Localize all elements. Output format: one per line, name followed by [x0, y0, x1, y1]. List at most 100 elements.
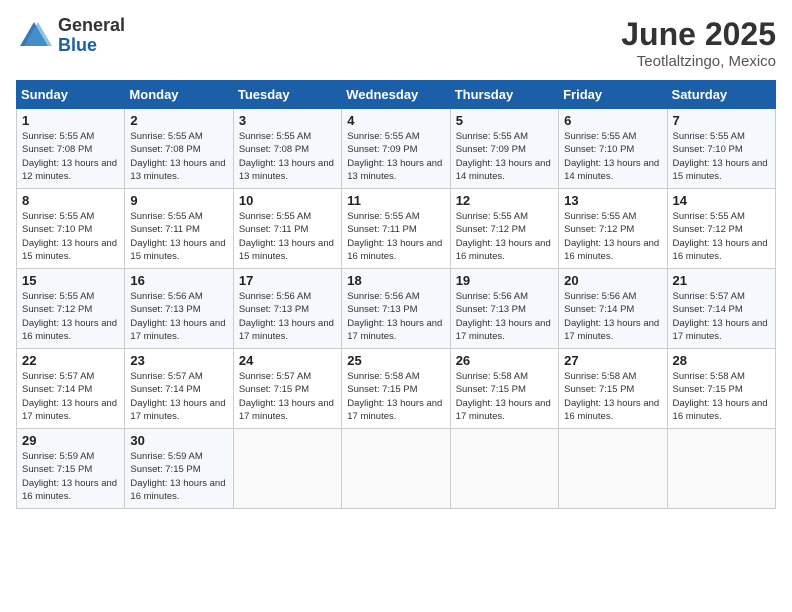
day-info: Sunrise: 5:57 AMSunset: 7:15 PMDaylight:… [239, 371, 334, 422]
day-number: 23 [130, 353, 227, 368]
calendar-row: 1 Sunrise: 5:55 AMSunset: 7:08 PMDayligh… [17, 109, 776, 189]
logo-icon [16, 18, 52, 54]
calendar-subtitle: Teotlaltzingo, Mexico [621, 53, 776, 70]
day-info: Sunrise: 5:56 AMSunset: 7:14 PMDaylight:… [564, 291, 659, 342]
day-info: Sunrise: 5:56 AMSunset: 7:13 PMDaylight:… [130, 291, 225, 342]
day-number: 18 [347, 273, 444, 288]
col-monday: Monday [125, 81, 233, 109]
logo: General Blue [16, 16, 125, 56]
table-row: 22 Sunrise: 5:57 AMSunset: 7:14 PMDaylig… [17, 349, 125, 429]
table-row: 4 Sunrise: 5:55 AMSunset: 7:09 PMDayligh… [342, 109, 450, 189]
day-info: Sunrise: 5:56 AMSunset: 7:13 PMDaylight:… [239, 291, 334, 342]
calendar-row: 29 Sunrise: 5:59 AMSunset: 7:15 PMDaylig… [17, 429, 776, 509]
day-number: 15 [22, 273, 119, 288]
day-info: Sunrise: 5:57 AMSunset: 7:14 PMDaylight:… [130, 371, 225, 422]
table-row: 16 Sunrise: 5:56 AMSunset: 7:13 PMDaylig… [125, 269, 233, 349]
col-saturday: Saturday [667, 81, 775, 109]
col-friday: Friday [559, 81, 667, 109]
day-info: Sunrise: 5:55 AMSunset: 7:12 PMDaylight:… [564, 211, 659, 262]
day-number: 13 [564, 193, 661, 208]
day-number: 4 [347, 113, 444, 128]
table-row: 10 Sunrise: 5:55 AMSunset: 7:11 PMDaylig… [233, 189, 341, 269]
col-tuesday: Tuesday [233, 81, 341, 109]
day-info: Sunrise: 5:55 AMSunset: 7:10 PMDaylight:… [22, 211, 117, 262]
day-info: Sunrise: 5:55 AMSunset: 7:09 PMDaylight:… [456, 131, 551, 182]
day-info: Sunrise: 5:55 AMSunset: 7:09 PMDaylight:… [347, 131, 442, 182]
day-info: Sunrise: 5:57 AMSunset: 7:14 PMDaylight:… [22, 371, 117, 422]
day-number: 7 [673, 113, 770, 128]
table-row: 26 Sunrise: 5:58 AMSunset: 7:15 PMDaylig… [450, 349, 558, 429]
day-number: 16 [130, 273, 227, 288]
day-info: Sunrise: 5:58 AMSunset: 7:15 PMDaylight:… [564, 371, 659, 422]
logo-blue: Blue [58, 35, 97, 55]
day-number: 21 [673, 273, 770, 288]
table-row: 27 Sunrise: 5:58 AMSunset: 7:15 PMDaylig… [559, 349, 667, 429]
table-row [450, 429, 558, 509]
calendar-table: Sunday Monday Tuesday Wednesday Thursday… [16, 80, 776, 509]
table-row: 19 Sunrise: 5:56 AMSunset: 7:13 PMDaylig… [450, 269, 558, 349]
day-number: 30 [130, 433, 227, 448]
day-number: 29 [22, 433, 119, 448]
calendar-row: 15 Sunrise: 5:55 AMSunset: 7:12 PMDaylig… [17, 269, 776, 349]
day-info: Sunrise: 5:56 AMSunset: 7:13 PMDaylight:… [456, 291, 551, 342]
day-info: Sunrise: 5:55 AMSunset: 7:08 PMDaylight:… [130, 131, 225, 182]
day-info: Sunrise: 5:55 AMSunset: 7:11 PMDaylight:… [239, 211, 334, 262]
header-row: Sunday Monday Tuesday Wednesday Thursday… [17, 81, 776, 109]
day-number: 24 [239, 353, 336, 368]
day-number: 19 [456, 273, 553, 288]
day-info: Sunrise: 5:55 AMSunset: 7:08 PMDaylight:… [22, 131, 117, 182]
day-info: Sunrise: 5:58 AMSunset: 7:15 PMDaylight:… [456, 371, 551, 422]
day-info: Sunrise: 5:56 AMSunset: 7:13 PMDaylight:… [347, 291, 442, 342]
logo-text: General Blue [58, 16, 125, 56]
title-area: June 2025 Teotlaltzingo, Mexico [621, 16, 776, 70]
table-row: 25 Sunrise: 5:58 AMSunset: 7:15 PMDaylig… [342, 349, 450, 429]
day-info: Sunrise: 5:55 AMSunset: 7:12 PMDaylight:… [456, 211, 551, 262]
table-row: 24 Sunrise: 5:57 AMSunset: 7:15 PMDaylig… [233, 349, 341, 429]
day-number: 3 [239, 113, 336, 128]
col-thursday: Thursday [450, 81, 558, 109]
day-info: Sunrise: 5:55 AMSunset: 7:08 PMDaylight:… [239, 131, 334, 182]
table-row: 12 Sunrise: 5:55 AMSunset: 7:12 PMDaylig… [450, 189, 558, 269]
table-row: 6 Sunrise: 5:55 AMSunset: 7:10 PMDayligh… [559, 109, 667, 189]
day-info: Sunrise: 5:55 AMSunset: 7:10 PMDaylight:… [673, 131, 768, 182]
day-info: Sunrise: 5:59 AMSunset: 7:15 PMDaylight:… [130, 451, 225, 502]
day-number: 2 [130, 113, 227, 128]
day-info: Sunrise: 5:55 AMSunset: 7:12 PMDaylight:… [673, 211, 768, 262]
day-number: 1 [22, 113, 119, 128]
calendar-row: 8 Sunrise: 5:55 AMSunset: 7:10 PMDayligh… [17, 189, 776, 269]
table-row: 29 Sunrise: 5:59 AMSunset: 7:15 PMDaylig… [17, 429, 125, 509]
day-info: Sunrise: 5:55 AMSunset: 7:11 PMDaylight:… [130, 211, 225, 262]
col-wednesday: Wednesday [342, 81, 450, 109]
table-row: 30 Sunrise: 5:59 AMSunset: 7:15 PMDaylig… [125, 429, 233, 509]
day-number: 11 [347, 193, 444, 208]
calendar-row: 22 Sunrise: 5:57 AMSunset: 7:14 PMDaylig… [17, 349, 776, 429]
day-number: 25 [347, 353, 444, 368]
table-row: 8 Sunrise: 5:55 AMSunset: 7:10 PMDayligh… [17, 189, 125, 269]
table-row: 21 Sunrise: 5:57 AMSunset: 7:14 PMDaylig… [667, 269, 775, 349]
table-row: 13 Sunrise: 5:55 AMSunset: 7:12 PMDaylig… [559, 189, 667, 269]
day-number: 9 [130, 193, 227, 208]
day-info: Sunrise: 5:55 AMSunset: 7:11 PMDaylight:… [347, 211, 442, 262]
table-row: 1 Sunrise: 5:55 AMSunset: 7:08 PMDayligh… [17, 109, 125, 189]
table-row: 9 Sunrise: 5:55 AMSunset: 7:11 PMDayligh… [125, 189, 233, 269]
day-number: 12 [456, 193, 553, 208]
table-row: 3 Sunrise: 5:55 AMSunset: 7:08 PMDayligh… [233, 109, 341, 189]
table-row: 2 Sunrise: 5:55 AMSunset: 7:08 PMDayligh… [125, 109, 233, 189]
table-row: 18 Sunrise: 5:56 AMSunset: 7:13 PMDaylig… [342, 269, 450, 349]
table-row [233, 429, 341, 509]
table-row: 15 Sunrise: 5:55 AMSunset: 7:12 PMDaylig… [17, 269, 125, 349]
table-row: 11 Sunrise: 5:55 AMSunset: 7:11 PMDaylig… [342, 189, 450, 269]
table-row: 28 Sunrise: 5:58 AMSunset: 7:15 PMDaylig… [667, 349, 775, 429]
col-sunday: Sunday [17, 81, 125, 109]
day-number: 27 [564, 353, 661, 368]
day-number: 14 [673, 193, 770, 208]
day-number: 17 [239, 273, 336, 288]
day-number: 20 [564, 273, 661, 288]
table-row: 5 Sunrise: 5:55 AMSunset: 7:09 PMDayligh… [450, 109, 558, 189]
table-row [342, 429, 450, 509]
header: General Blue June 2025 Teotlaltzingo, Me… [16, 16, 776, 70]
table-row: 23 Sunrise: 5:57 AMSunset: 7:14 PMDaylig… [125, 349, 233, 429]
table-row: 14 Sunrise: 5:55 AMSunset: 7:12 PMDaylig… [667, 189, 775, 269]
day-number: 8 [22, 193, 119, 208]
day-info: Sunrise: 5:55 AMSunset: 7:12 PMDaylight:… [22, 291, 117, 342]
